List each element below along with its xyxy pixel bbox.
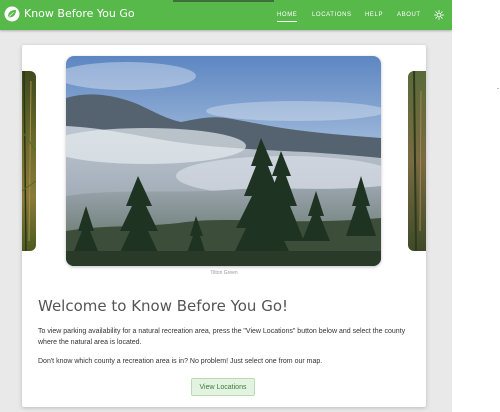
next-slide-image: [408, 71, 426, 251]
slide-caption: Tilton Green: [210, 270, 238, 276]
scroll-marker: [497, 88, 499, 89]
nav-about-link[interactable]: ABOUT: [397, 9, 421, 21]
nav-locations-link[interactable]: LOCATIONS: [312, 9, 352, 21]
main-card: Tilton Green Welcome to Know Before You …: [22, 45, 426, 407]
welcome-heading: Welcome to Know Before You Go!: [38, 297, 289, 315]
previous-slide-image: [22, 71, 36, 251]
nav-links: HOME LOCATIONS HELP ABOUT: [0, 9, 452, 23]
landscape-photo: [66, 56, 381, 266]
current-slide[interactable]: [66, 56, 381, 266]
intro-paragraph: To view parking availability for a natur…: [38, 328, 406, 346]
previous-slide[interactable]: [22, 71, 36, 251]
image-carousel[interactable]: Tilton Green: [22, 45, 426, 281]
top-navbar: Know Before You Go HOME LOCATIONS HELP A…: [0, 0, 452, 30]
nav-help-link[interactable]: HELP: [365, 9, 383, 21]
map-hint-paragraph: Don't know which county a recreation are…: [38, 358, 323, 365]
sun-icon[interactable]: [434, 10, 444, 20]
next-slide[interactable]: [408, 71, 426, 251]
page-margin: [452, 0, 500, 412]
view-locations-button[interactable]: View Locations: [191, 378, 255, 396]
nav-home-link[interactable]: HOME: [277, 9, 298, 22]
nav-top-indicator: [173, 0, 274, 2]
